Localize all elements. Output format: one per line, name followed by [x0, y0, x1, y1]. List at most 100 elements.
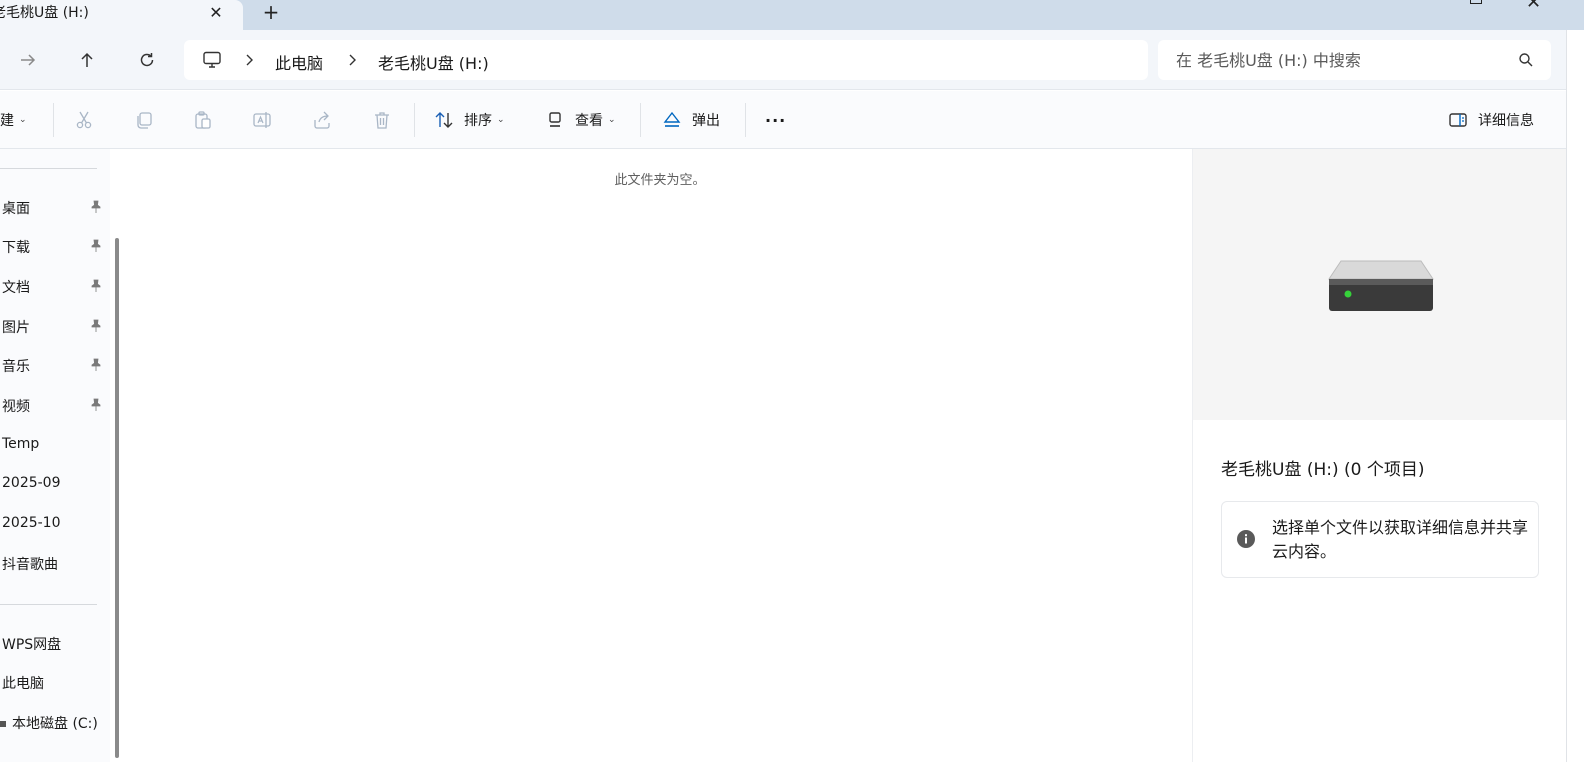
sidebar-item-douyin-songs[interactable]: 抖音歌曲	[0, 546, 106, 582]
paste-button[interactable]	[193, 105, 213, 135]
chevron-down-icon: ⌄	[497, 115, 505, 125]
info-text: 选择单个文件以获取详细信息并共享云内容。	[1272, 518, 1529, 561]
share-icon	[314, 111, 330, 129]
navigation-pane: 桌面 下载 文档 图片 音乐 视频 Temp 2025-09 2025-10 抖…	[0, 149, 110, 762]
details-pane-button[interactable]: 详细信息	[1448, 105, 1534, 135]
sidebar-item-label: 2025-09	[2, 475, 61, 491]
sidebar-item-desktop[interactable]: 桌面	[0, 190, 106, 226]
sidebar-item-documents[interactable]: 文档	[0, 269, 106, 305]
sidebar-item-local-disk-c[interactable]: 本地磁盘 (C:)	[0, 705, 106, 741]
sidebar-item-temp[interactable]: Temp	[0, 428, 106, 464]
details-label: 详细信息	[1478, 113, 1534, 129]
view-icon	[549, 112, 561, 127]
toolbar-divider	[640, 103, 641, 137]
info-icon	[1237, 530, 1255, 548]
sidebar-item-label: 音乐	[2, 359, 30, 375]
chevron-down-icon: ⌄	[19, 115, 27, 125]
rename-button[interactable]	[252, 105, 272, 135]
sidebar-item-2025-09[interactable]: 2025-09	[0, 467, 106, 503]
window-edge-line	[1566, 30, 1567, 762]
sort-button[interactable]: 排序 ⌄	[434, 105, 505, 135]
trash-icon	[375, 112, 389, 129]
pin-icon[interactable]	[89, 358, 103, 372]
details-pane-icon	[1449, 113, 1467, 127]
sidebar-item-this-pc[interactable]: 此电脑	[0, 665, 106, 701]
pin-icon[interactable]	[89, 200, 103, 214]
sidebar-item-label: 下载	[2, 240, 30, 256]
tab-active[interactable]: 老毛桃U盘 (H:) ✕	[0, 0, 243, 30]
command-bar: 建 ⌄ 排序 ⌄ 查看 ⌄ 弹出 ··· 详细信息	[0, 91, 1566, 149]
toolbar-divider	[53, 103, 54, 137]
sidebar-item-label: WPS网盘	[2, 637, 62, 653]
eject-label: 弹出	[692, 113, 720, 129]
window-close-icon[interactable]: ✕	[1526, 0, 1541, 13]
maximize-icon[interactable]	[1470, 0, 1482, 4]
arrow-right-icon	[21, 54, 36, 66]
sidebar-item-wps-drive[interactable]: WPS网盘	[0, 626, 106, 662]
new-label: 建	[0, 113, 14, 129]
chevron-right-icon	[246, 54, 253, 66]
sidebar-item-label: 图片	[2, 320, 30, 336]
sidebar-item-pictures[interactable]: 图片	[0, 309, 106, 345]
chevron-down-icon: ⌄	[608, 115, 616, 125]
refresh-button[interactable]	[133, 46, 161, 74]
search-icon[interactable]	[1518, 52, 1534, 68]
new-button[interactable]: 建 ⌄	[0, 105, 27, 135]
usb-drive-icon	[1328, 260, 1434, 311]
sidebar-divider	[0, 168, 97, 169]
pin-icon[interactable]	[89, 398, 103, 412]
clipboard-icon	[195, 111, 211, 129]
up-button[interactable]	[73, 46, 101, 74]
new-tab-button[interactable]: +	[259, 1, 283, 25]
info-card: 选择单个文件以获取详细信息并共享云内容。	[1221, 501, 1539, 578]
rename-icon	[253, 112, 271, 128]
sidebar-scrollbar-track	[110, 149, 128, 762]
sidebar-scrollbar-thumb[interactable]	[115, 238, 119, 758]
more-options-button[interactable]: ···	[765, 105, 786, 135]
breadcrumb-current-drive[interactable]: 老毛桃U盘 (H:)	[378, 50, 489, 74]
more-dots-icon: ···	[765, 110, 787, 130]
tab-close-icon[interactable]: ✕	[205, 2, 227, 24]
eject-icon	[663, 111, 681, 127]
copy-button[interactable]	[134, 105, 154, 135]
search-box[interactable]	[1158, 40, 1551, 80]
view-button[interactable]: 查看 ⌄	[545, 105, 616, 135]
sort-icon	[435, 112, 453, 128]
sidebar-divider	[0, 604, 97, 605]
pin-icon[interactable]	[89, 279, 103, 293]
arrow-up-icon	[81, 52, 93, 67]
sidebar-item-label: 桌面	[2, 201, 30, 217]
scissors-icon	[76, 111, 92, 129]
copy-icon	[137, 112, 152, 129]
file-list-area[interactable]: 此文件夹为空。	[128, 149, 1192, 762]
details-title: 老毛桃U盘 (H:) (0 个项目)	[1221, 460, 1425, 480]
refresh-icon	[140, 53, 154, 67]
sidebar-item-label: 本地磁盘 (C:)	[12, 716, 98, 732]
window-right-edge	[1566, 30, 1584, 762]
address-bar[interactable]: 此电脑 老毛桃U盘 (H:)	[184, 40, 1148, 80]
cut-button[interactable]	[74, 105, 94, 135]
share-button[interactable]	[312, 105, 332, 135]
sidebar-item-videos[interactable]: 视频	[0, 388, 106, 424]
computer-icon	[203, 51, 221, 68]
sidebar-item-label: 此电脑	[2, 676, 44, 692]
forward-button[interactable]	[14, 46, 42, 74]
sidebar-item-label: Temp	[2, 436, 40, 452]
navigation-bar: 此电脑 老毛桃U盘 (H:)	[0, 30, 1584, 90]
chevron-right-icon	[349, 54, 356, 66]
sidebar-item-label: 2025-10	[2, 515, 61, 531]
pin-icon[interactable]	[89, 319, 103, 333]
sidebar-item-label: 视频	[2, 399, 30, 415]
file-explorer-window: 老毛桃U盘 (H:) ✕ + ✕ 此电脑 老毛桃U盘 (H:) 在 老毛桃U盘 …	[0, 0, 1584, 762]
search-input[interactable]	[1176, 49, 1506, 71]
delete-button[interactable]	[372, 105, 392, 135]
empty-folder-message: 此文件夹为空。	[614, 173, 706, 188]
toolbar-divider	[414, 103, 415, 137]
sidebar-item-music[interactable]: 音乐	[0, 348, 106, 384]
eject-button[interactable]: 弹出	[662, 105, 720, 135]
toolbar-divider	[745, 103, 746, 137]
sidebar-item-downloads[interactable]: 下载	[0, 229, 106, 265]
sidebar-item-2025-10[interactable]: 2025-10	[0, 507, 106, 543]
breadcrumb-this-pc[interactable]: 此电脑	[275, 50, 323, 74]
pin-icon[interactable]	[89, 239, 103, 253]
